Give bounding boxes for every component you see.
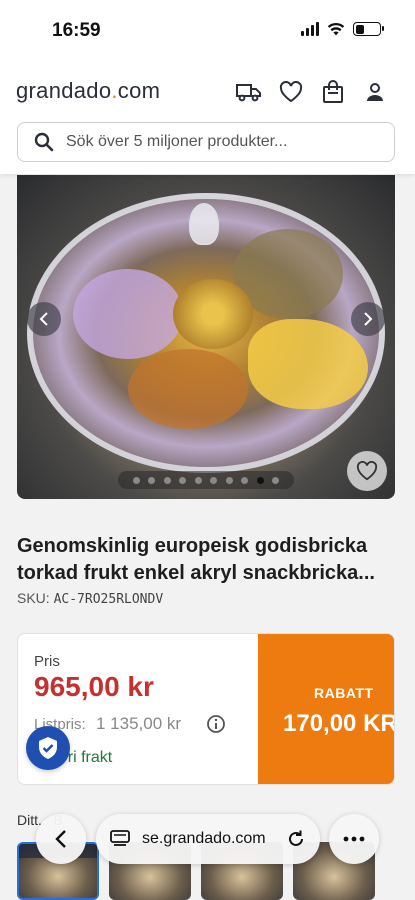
more-icon [343,836,365,842]
current-price: 965,00 kr [34,671,154,702]
sku-label: SKU: [17,590,50,606]
status-time: 16:59 [52,20,101,41]
header-icons [235,78,389,106]
discount-label: RABATT [314,685,374,701]
reload-icon[interactable] [286,829,306,849]
gallery-dot[interactable] [163,476,171,484]
site-header: grandado.com Sök över 5 miljoner produkt… [0,62,415,174]
search-icon [34,132,54,152]
gallery-prev-button[interactable] [27,302,61,336]
browser-url-bar[interactable]: se.grandado.com [96,814,320,864]
reader-icon [110,830,130,846]
gallery-dot[interactable] [256,476,264,484]
shield-check-icon [39,737,57,759]
sku-value: AC-7RO25RLONDV [53,592,164,607]
info-icon[interactable] [206,714,226,734]
gallery-dot[interactable] [179,476,187,484]
gallery-dot[interactable] [132,476,140,484]
gallery-dot[interactable] [210,476,218,484]
browser-back-button[interactable] [36,814,86,864]
battery-icon [353,22,384,36]
heart-icon[interactable] [277,78,305,106]
heart-icon [356,461,378,481]
chevron-right-icon [364,312,373,326]
price-label: Pris [34,653,60,670]
chevron-left-icon [39,312,48,326]
status-bar: 16:59 [0,0,415,62]
signal-icon [301,22,319,36]
truck-icon[interactable] [235,78,263,106]
list-price: 1 135,00 kr [96,714,182,733]
search-placeholder: Sök över 5 miljoner produkter... [66,133,288,150]
bag-icon[interactable] [319,78,347,106]
buyer-protection-badge[interactable] [26,726,70,770]
gallery-dot[interactable] [194,476,202,484]
site-logo[interactable]: grandado.com [16,78,160,104]
gallery-dot[interactable] [272,476,280,484]
gallery-dot[interactable] [241,476,249,484]
price-box: Pris 965,00 kr Listpris: 1 135,00 kr Fri… [17,633,395,785]
add-to-wishlist-button[interactable] [347,451,387,491]
status-icons [301,22,384,36]
search-input[interactable]: Sök över 5 miljoner produkter... [17,122,395,162]
discount-value: 170,00 KR [283,710,395,737]
url-text: se.grandado.com [142,830,266,847]
gallery-next-button[interactable] [351,302,385,336]
wifi-icon [327,22,345,36]
product-sku: SKU: AC-7RO25RLONDV [17,590,163,607]
gallery-pagination-dots[interactable] [118,471,294,489]
product-title: Genomskinlig europeisk godisbricka torka… [17,535,375,584]
gallery-dot[interactable] [148,476,156,484]
browser-more-button[interactable] [329,814,379,864]
product-image-gallery[interactable] [17,175,395,499]
chevron-left-icon [55,830,66,848]
user-icon[interactable] [361,78,389,106]
discount-panel: RABATT 170,00 KR [258,634,395,784]
gallery-dot[interactable] [225,476,233,484]
